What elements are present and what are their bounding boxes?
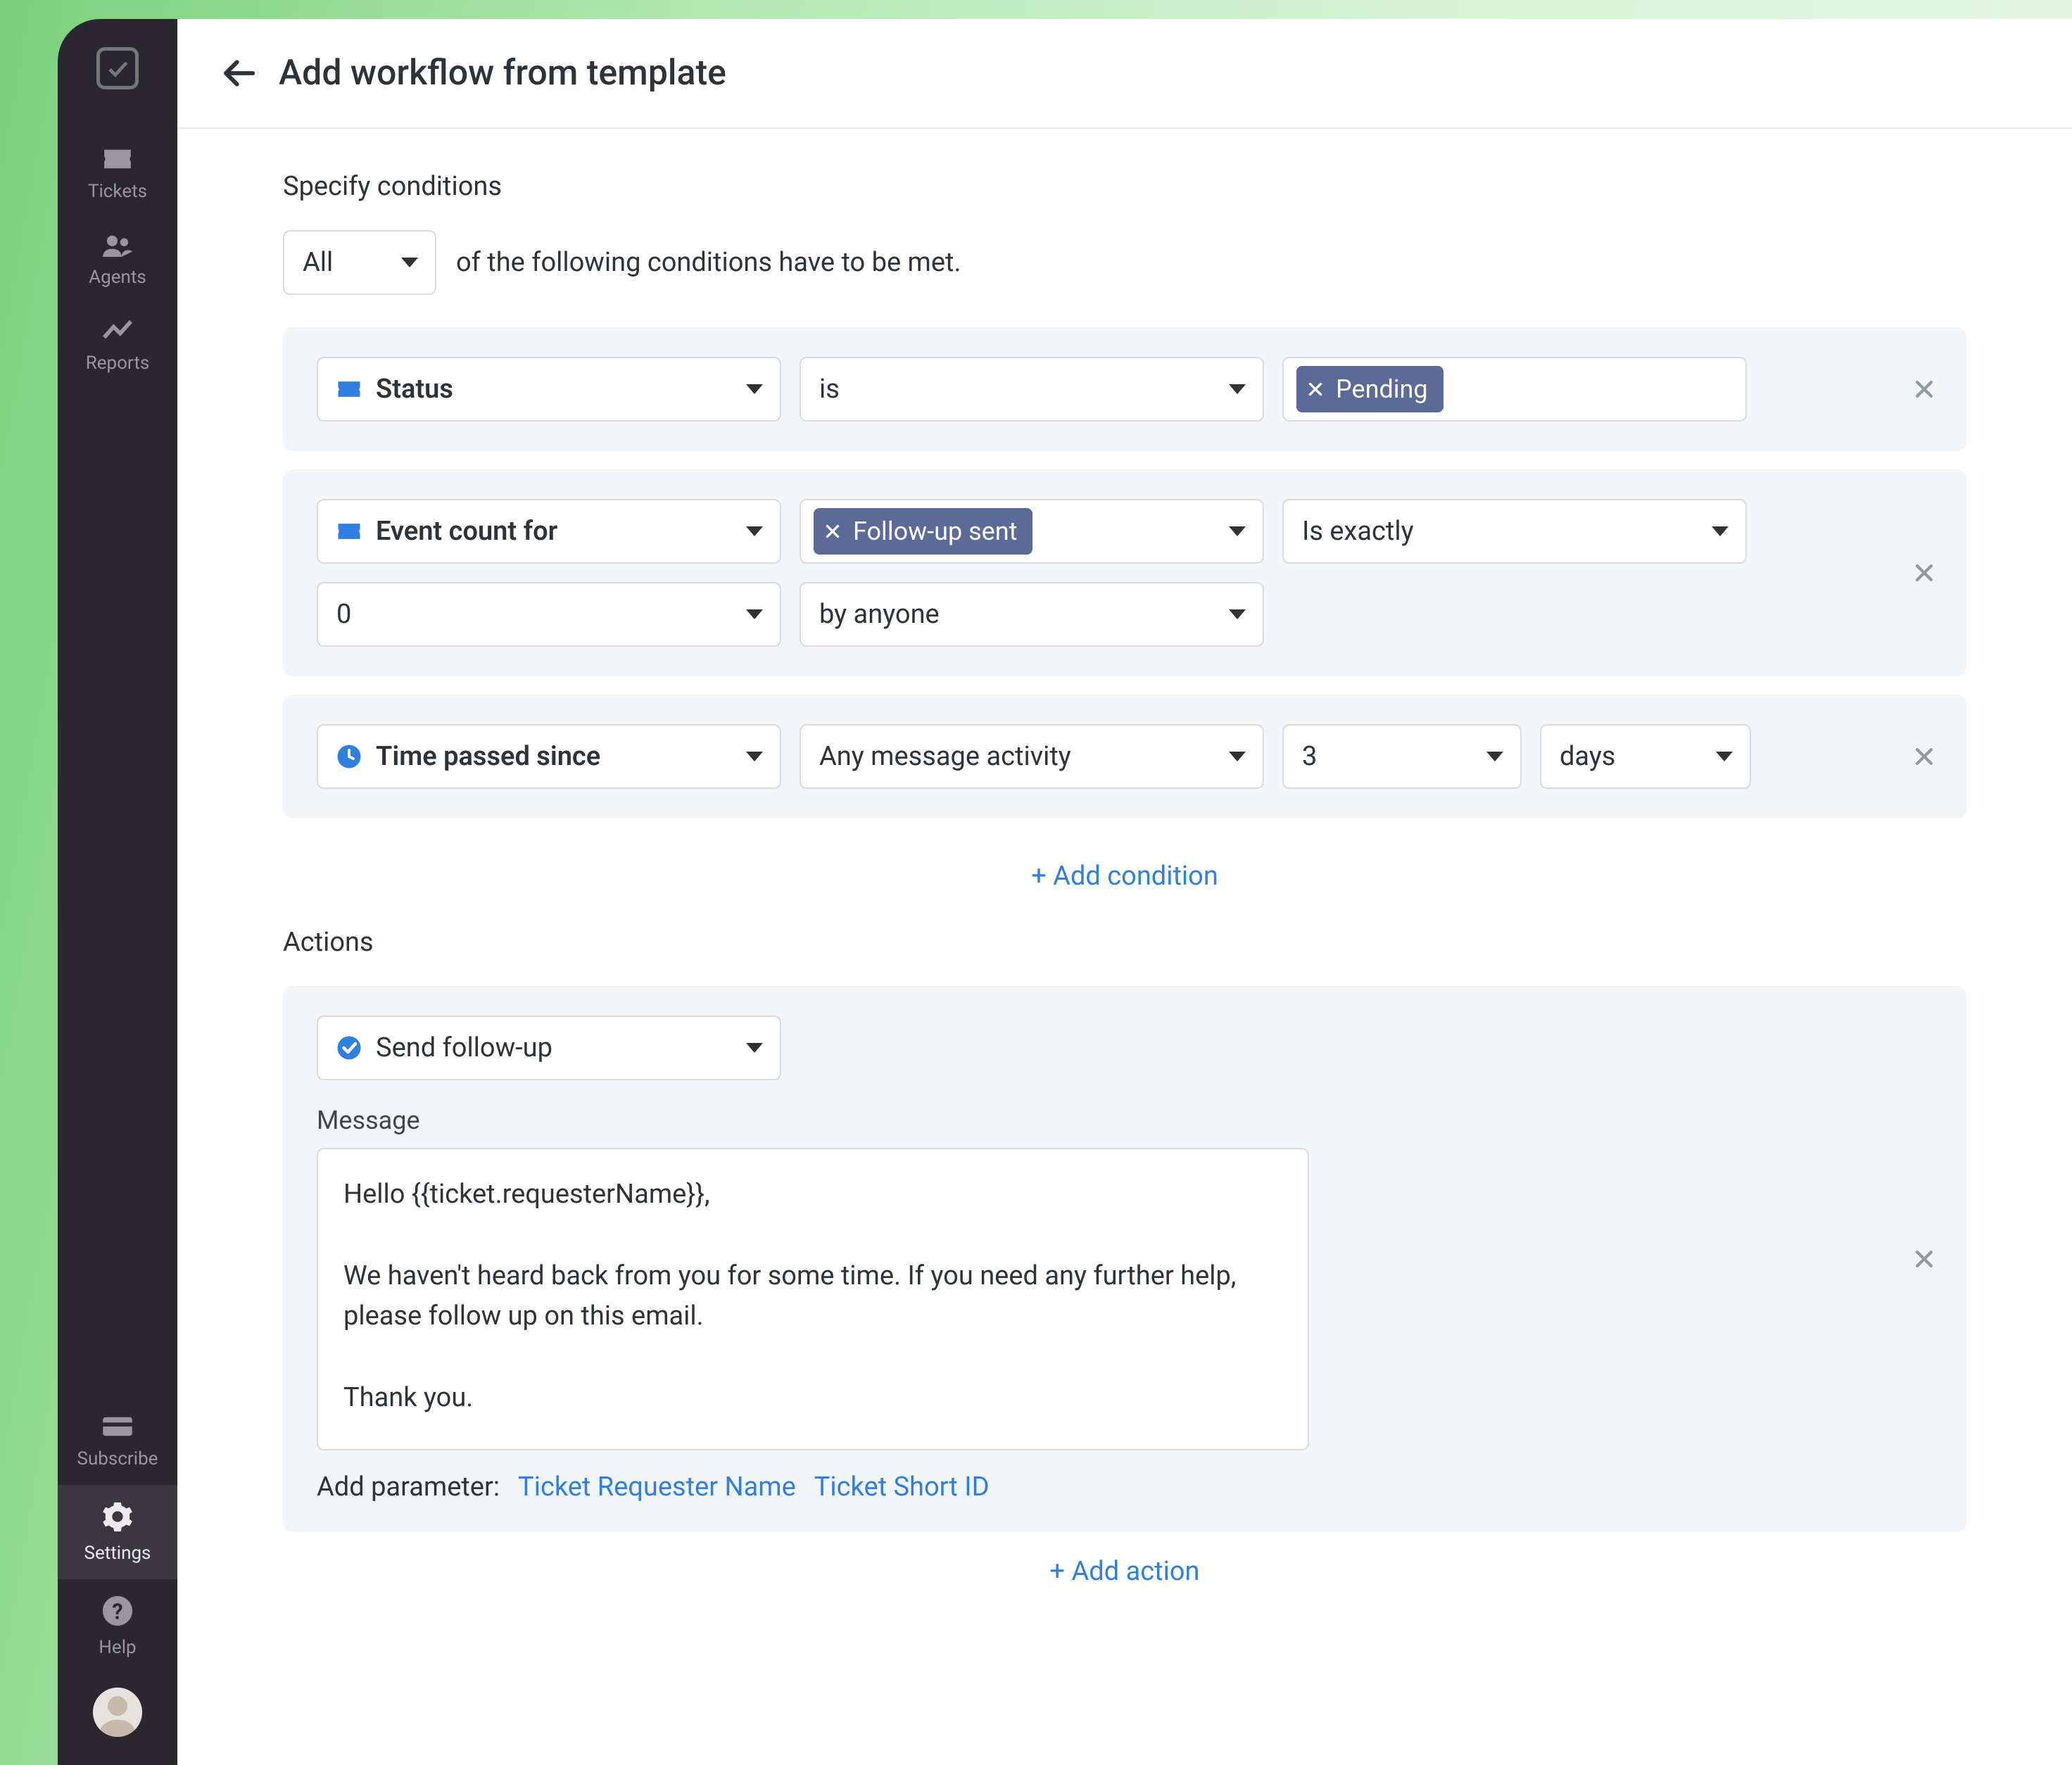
action-type-value: Send follow-up xyxy=(376,1032,585,1063)
ticket-icon xyxy=(335,517,363,545)
param-link[interactable]: Ticket Short ID xyxy=(814,1472,990,1503)
condition-field-select[interactable]: Status xyxy=(317,357,781,422)
condition-activity-value: Any message activity xyxy=(819,741,1104,772)
nav-bottom: Subscribe Settings ? Help xyxy=(58,1399,177,1674)
condition-field-value: Event count for xyxy=(376,516,590,547)
add-action-button[interactable]: + Add action xyxy=(283,1532,1966,1594)
action-type-select[interactable]: Send follow-up xyxy=(317,1016,781,1080)
condition-row: Status is Pending xyxy=(283,327,1966,451)
chevron-down-icon xyxy=(746,752,763,761)
content: Specify conditions All of the following … xyxy=(177,129,2072,1765)
condition-unit-select[interactable]: days xyxy=(1540,724,1751,789)
credit-card-icon xyxy=(101,1415,134,1441)
back-button[interactable] xyxy=(220,54,258,92)
add-condition-button[interactable]: + Add condition xyxy=(283,837,1966,899)
param-link[interactable]: Ticket Requester Name xyxy=(518,1472,796,1503)
match-mode-value: All xyxy=(303,247,365,278)
condition-operator-value: is xyxy=(819,374,872,405)
condition-by-select[interactable]: by anyone xyxy=(800,582,1264,647)
chip-label: Follow-up sent xyxy=(853,517,1017,546)
value-chip: Follow-up sent xyxy=(814,508,1032,555)
gear-icon xyxy=(101,1500,134,1536)
condition-value-select[interactable]: Pending xyxy=(1282,357,1747,422)
message-label: Message xyxy=(317,1106,1933,1135)
chevron-down-icon xyxy=(746,526,763,536)
condition-activity-select[interactable]: Any message activity xyxy=(800,724,1264,789)
condition-event-select[interactable]: Follow-up sent xyxy=(800,499,1264,564)
sidebar-item-label: Settings xyxy=(84,1543,151,1564)
chevron-down-icon xyxy=(1229,384,1246,394)
sidebar-item-label: Agents xyxy=(89,267,146,288)
chevron-down-icon xyxy=(746,609,763,619)
app-logo xyxy=(96,47,139,89)
chip-label: Pending xyxy=(1336,374,1428,404)
condition-operator-select[interactable]: is xyxy=(800,357,1264,422)
chevron-down-icon xyxy=(746,384,763,394)
sidebar-item-reports[interactable]: Reports xyxy=(58,303,177,389)
actions-heading: Actions xyxy=(283,927,1966,958)
chevron-down-icon xyxy=(401,258,418,267)
sidebar-item-help[interactable]: ? Help xyxy=(58,1579,177,1674)
nav-top: Tickets Agents Reports xyxy=(58,132,177,389)
value-chip: Pending xyxy=(1296,366,1444,412)
remove-condition-button[interactable] xyxy=(1910,375,1938,403)
condition-count-select[interactable]: 0 xyxy=(317,582,781,647)
sidebar-item-label: Reports xyxy=(86,353,150,374)
remove-action-button[interactable] xyxy=(1910,1245,1938,1273)
condition-comparison-value: Is exactly xyxy=(1302,516,1446,547)
message-textarea[interactable] xyxy=(317,1148,1309,1450)
conditions-heading: Specify conditions xyxy=(283,171,1966,202)
chevron-down-icon xyxy=(1229,526,1246,536)
sidebar-item-label: Tickets xyxy=(88,181,147,202)
sidebar-item-agents[interactable]: Agents xyxy=(58,217,177,303)
condition-number-value: 3 xyxy=(1302,741,1349,772)
sidebar-item-label: Help xyxy=(99,1637,136,1658)
avatar[interactable] xyxy=(93,1688,142,1737)
remove-condition-button[interactable] xyxy=(1910,742,1938,771)
chevron-down-icon xyxy=(1486,752,1503,761)
sidebar: Tickets Agents Reports Subscribe xyxy=(58,19,177,1765)
ticket-icon xyxy=(101,147,134,174)
page-title: Add workflow from template xyxy=(279,53,726,94)
action-row: Send follow-up Message Add parameter: Ti… xyxy=(283,986,1966,1532)
main: Add workflow from template Specify condi… xyxy=(177,19,2072,1765)
condition-row: Event count for Follow-up sent xyxy=(283,469,1966,676)
check-circle-icon xyxy=(335,1034,363,1062)
chevron-down-icon xyxy=(1716,752,1733,761)
help-icon: ? xyxy=(101,1595,134,1630)
match-suffix-text: of the following conditions have to be m… xyxy=(456,247,961,278)
chevron-down-icon xyxy=(746,1043,763,1053)
condition-field-select[interactable]: Event count for xyxy=(317,499,781,564)
condition-by-value: by anyone xyxy=(819,599,972,630)
match-mode-select[interactable]: All xyxy=(283,230,436,295)
svg-text:?: ? xyxy=(112,1600,122,1625)
sidebar-item-label: Subscribe xyxy=(77,1448,158,1469)
chevron-down-icon xyxy=(1712,526,1729,536)
chevron-down-icon xyxy=(1229,609,1246,619)
remove-chip-button[interactable] xyxy=(1306,380,1325,398)
reports-icon xyxy=(101,319,134,346)
condition-count-value: 0 xyxy=(336,599,384,630)
condition-comparison-select[interactable]: Is exactly xyxy=(1282,499,1747,564)
chevron-down-icon xyxy=(1229,752,1246,761)
match-row: All of the following conditions have to … xyxy=(283,230,1966,295)
remove-condition-button[interactable] xyxy=(1910,559,1938,587)
condition-field-value: Status xyxy=(376,374,486,405)
topbar: Add workflow from template xyxy=(177,19,2072,129)
add-parameter-label: Add parameter: xyxy=(317,1472,500,1503)
clock-icon xyxy=(335,742,363,771)
remove-chip-button[interactable] xyxy=(823,522,842,540)
agents-icon xyxy=(101,233,134,260)
app-window: Tickets Agents Reports Subscribe xyxy=(58,19,2072,1765)
condition-number-select[interactable]: 3 xyxy=(1282,724,1522,789)
sidebar-item-settings[interactable]: Settings xyxy=(58,1485,177,1579)
sidebar-item-subscribe[interactable]: Subscribe xyxy=(58,1399,177,1485)
ticket-icon xyxy=(335,375,363,403)
sidebar-item-tickets[interactable]: Tickets xyxy=(58,132,177,217)
condition-unit-value: days xyxy=(1560,741,1648,772)
condition-field-value: Time passed since xyxy=(376,741,633,772)
condition-field-select[interactable]: Time passed since xyxy=(317,724,781,789)
condition-row: Time passed since Any message activity 3… xyxy=(283,695,1966,818)
param-row: Add parameter: Ticket Requester Name Tic… xyxy=(317,1472,1933,1503)
